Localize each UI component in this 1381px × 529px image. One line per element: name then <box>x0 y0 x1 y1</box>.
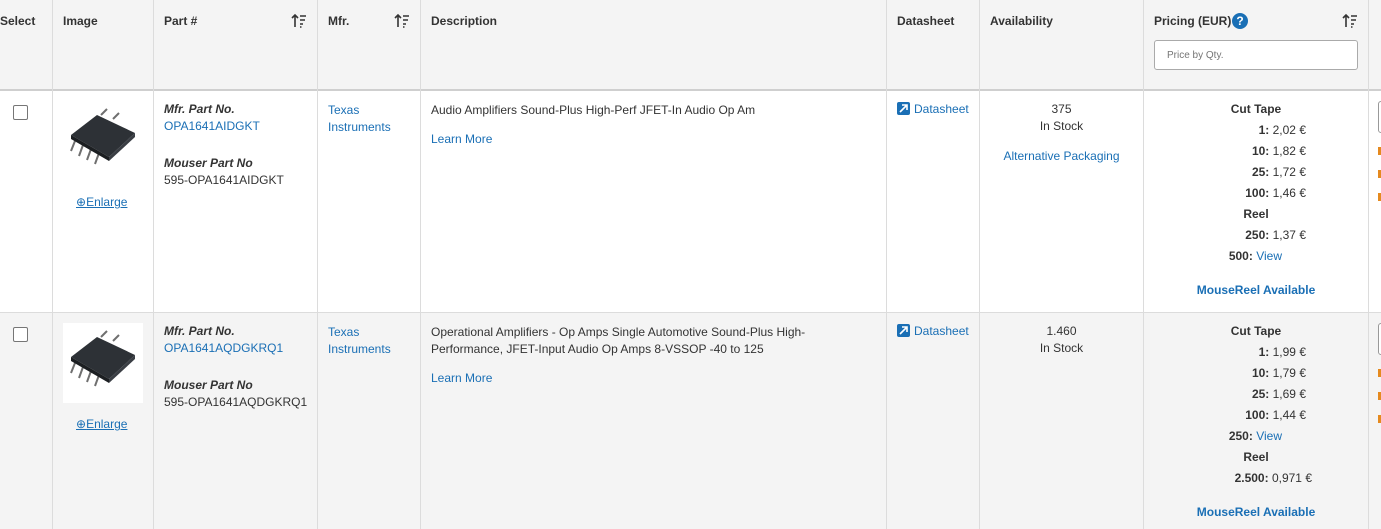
external-link-icon <box>897 102 910 115</box>
sort-icon[interactable] <box>394 13 410 29</box>
product-image[interactable] <box>63 101 143 181</box>
availability-qty: 375 <box>1051 102 1072 116</box>
enlarge-link[interactable]: ⊕Enlarge <box>76 195 127 209</box>
header-pricing: Pricing (EUR) <box>1154 14 1232 28</box>
price-break: 10: 1,82 € <box>1251 144 1306 158</box>
header-mfr[interactable]: Mfr. <box>328 14 349 28</box>
learn-more-link[interactable]: Learn More <box>431 132 492 146</box>
column-divider <box>317 0 318 529</box>
availability-status: In Stock <box>1039 119 1084 133</box>
price-break: 1: 1,99 € <box>1258 345 1306 359</box>
price-by-qty-input[interactable] <box>1154 40 1358 70</box>
table-header: Select Image Part # Mfr. Description Dat… <box>0 0 1381 91</box>
column-divider <box>153 0 154 529</box>
header-datasheet: Datasheet <box>897 14 955 28</box>
price-break: 1: 2,02 € <box>1258 123 1306 137</box>
column-divider <box>1368 0 1369 529</box>
availability-qty: 1.460 <box>1046 324 1077 338</box>
mfr-part-link[interactable]: OPA1641AIDGKT <box>164 119 260 133</box>
price-break: 25: 1,72 € <box>1251 165 1306 179</box>
header-part[interactable]: Part # <box>164 14 197 28</box>
mousereel-link[interactable]: MouseReel Available <box>1144 283 1368 297</box>
price-break: 2.500: 0,971 € <box>1234 471 1312 485</box>
pricing-cell: Cut Tape 1: 2,02 € 10: 1,82 € 25: 1,72 €… <box>1144 91 1368 312</box>
view-price-link[interactable]: View <box>1256 249 1282 263</box>
datasheet-link[interactable]: Datasheet <box>897 324 969 338</box>
mouser-part-number: 595-OPA1641AIDGKT <box>164 173 284 187</box>
help-icon[interactable]: ? <box>1232 13 1248 29</box>
price-break: 100: 1,44 € <box>1245 408 1306 422</box>
price-type-title: Reel <box>1243 207 1269 221</box>
table-row: ⊕Enlarge Mfr. Part No. OPA1641AQDGKRQ1 M… <box>0 313 1381 529</box>
price-break: 100: 1,46 € <box>1245 186 1306 200</box>
column-divider <box>979 0 980 529</box>
column-divider <box>52 0 53 529</box>
select-checkbox[interactable] <box>13 327 28 342</box>
description-text: Operational Amplifiers - Op Amps Single … <box>431 325 806 356</box>
price-type-title: Cut Tape <box>1230 324 1282 338</box>
header-availability: Availability <box>990 14 1053 28</box>
manufacturer-link[interactable]: Texas Instruments <box>328 324 391 358</box>
price-break: 25: 1,69 € <box>1251 387 1306 401</box>
price-break: 500: View <box>1228 249 1282 263</box>
mfr-part-label: Mfr. Part No. <box>164 102 235 116</box>
mfr-part-link[interactable]: OPA1641AQDGKRQ1 <box>164 341 283 355</box>
view-price-link[interactable]: View <box>1256 429 1282 443</box>
price-break: 10: 1,79 € <box>1251 366 1306 380</box>
header-select: Select <box>0 14 36 28</box>
product-image[interactable] <box>63 323 143 403</box>
mouser-part-label: Mouser Part No <box>164 156 253 170</box>
sort-icon[interactable] <box>291 13 307 29</box>
mfr-part-label: Mfr. Part No. <box>164 324 235 338</box>
external-link-icon <box>897 324 910 337</box>
learn-more-link[interactable]: Learn More <box>431 371 492 385</box>
column-divider <box>1143 0 1144 529</box>
mouser-part-label: Mouser Part No <box>164 378 253 392</box>
column-divider <box>886 0 887 529</box>
mousereel-link[interactable]: MouseReel Available <box>1144 505 1368 519</box>
sort-icon[interactable] <box>1342 13 1358 29</box>
header-description: Description <box>431 14 498 28</box>
price-break: 250: 1,37 € <box>1245 228 1306 242</box>
description-text: Audio Amplifiers Sound-Plus High-Perf JF… <box>431 103 756 117</box>
pricing-cell: Cut Tape 1: 1,99 € 10: 1,79 € 25: 1,69 €… <box>1144 313 1368 529</box>
table-row: ⊕Enlarge Mfr. Part No. OPA1641AIDGKT Mou… <box>0 91 1381 313</box>
price-type-title: Cut Tape <box>1230 102 1282 116</box>
price-type-title: Reel <box>1243 450 1269 464</box>
column-divider <box>420 0 421 529</box>
price-break: 250: View <box>1228 429 1282 443</box>
availability-status: In Stock <box>1039 341 1084 355</box>
select-checkbox[interactable] <box>13 105 28 120</box>
alternative-packaging-link[interactable]: Alternative Packaging <box>980 149 1143 163</box>
datasheet-link[interactable]: Datasheet <box>897 102 969 116</box>
manufacturer-link[interactable]: Texas Instruments <box>328 102 391 136</box>
enlarge-link[interactable]: ⊕Enlarge <box>76 417 127 431</box>
header-image: Image <box>63 14 98 28</box>
mouser-part-number: 595-OPA1641AQDGKRQ1 <box>164 395 308 409</box>
